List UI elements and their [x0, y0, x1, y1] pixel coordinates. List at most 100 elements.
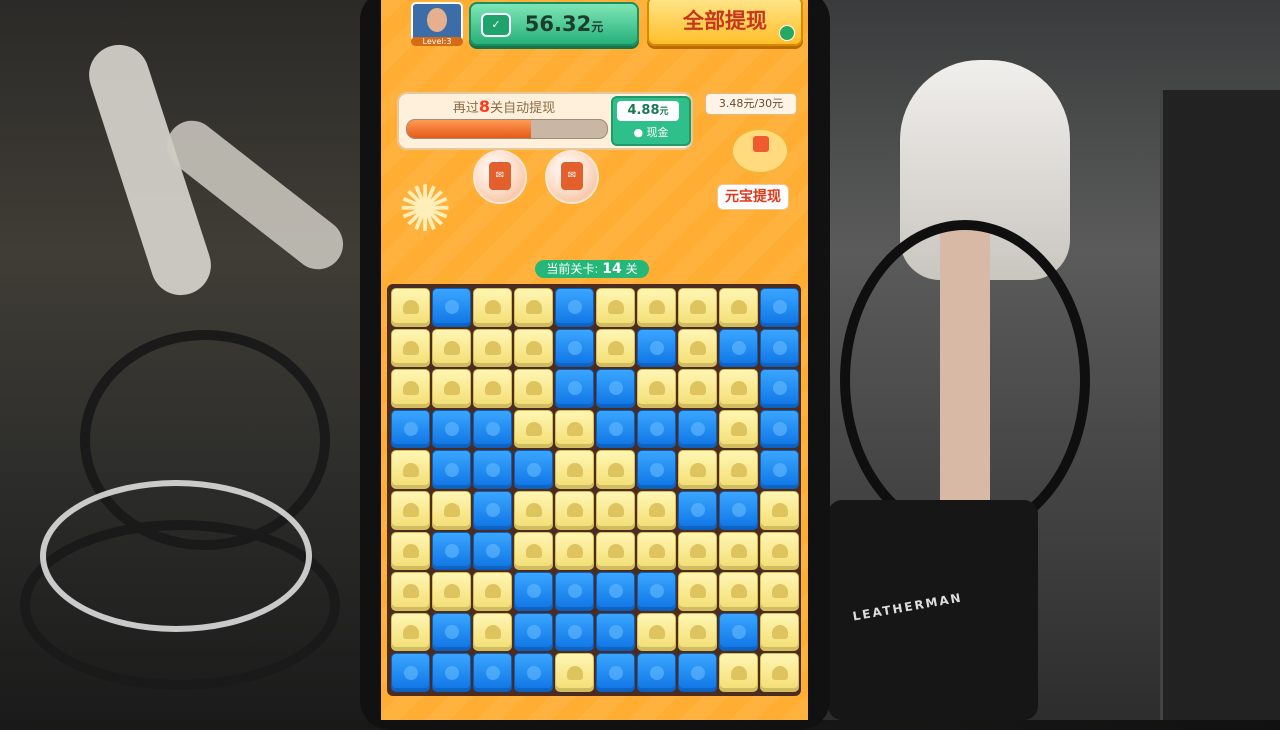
- blue-paw-tile[interactable]: [637, 653, 676, 692]
- yellow-bell-tile[interactable]: [596, 328, 635, 368]
- yellow-bell-tile[interactable]: [719, 288, 758, 327]
- blue-paw-tile[interactable]: [719, 612, 758, 652]
- blue-paw-tile[interactable]: [719, 328, 758, 368]
- blue-paw-tile[interactable]: [432, 288, 471, 327]
- yellow-bell-tile[interactable]: [678, 328, 717, 368]
- blue-paw-tile[interactable]: [432, 653, 471, 692]
- yellow-bell-tile[interactable]: [637, 288, 676, 327]
- blue-paw-tile[interactable]: [637, 328, 676, 368]
- yellow-bell-tile[interactable]: [678, 369, 717, 408]
- yellow-bell-tile[interactable]: [637, 369, 676, 408]
- yellow-bell-tile[interactable]: [391, 531, 430, 571]
- blue-paw-tile[interactable]: [555, 572, 594, 611]
- blue-paw-tile[interactable]: [432, 531, 471, 571]
- yellow-bell-tile[interactable]: [391, 612, 430, 652]
- yellow-bell-tile[interactable]: [719, 450, 758, 489]
- blue-paw-tile[interactable]: [432, 450, 471, 489]
- yellow-bell-tile[interactable]: [473, 328, 512, 368]
- yellow-bell-tile[interactable]: [555, 409, 594, 449]
- avatar[interactable]: [411, 2, 463, 42]
- blue-paw-tile[interactable]: [432, 612, 471, 652]
- blue-paw-tile[interactable]: [596, 653, 635, 692]
- yellow-bell-tile[interactable]: [555, 531, 594, 571]
- yellow-bell-tile[interactable]: [514, 288, 553, 327]
- yellow-bell-tile[interactable]: [596, 288, 635, 327]
- piggy-bank-icon[interactable]: [721, 118, 795, 178]
- yellow-bell-tile[interactable]: [514, 369, 553, 408]
- yellow-bell-tile[interactable]: [391, 288, 430, 327]
- yellow-bell-tile[interactable]: [760, 653, 799, 692]
- blue-paw-tile[interactable]: [473, 653, 512, 692]
- yellow-bell-tile[interactable]: [678, 288, 717, 327]
- yellow-bell-tile[interactable]: [760, 612, 799, 652]
- blue-paw-tile[interactable]: [514, 572, 553, 611]
- blue-paw-tile[interactable]: [514, 612, 553, 652]
- yellow-bell-tile[interactable]: [637, 612, 676, 652]
- yellow-bell-tile[interactable]: [719, 409, 758, 449]
- blue-paw-tile[interactable]: [391, 409, 430, 449]
- yellow-bell-tile[interactable]: [391, 572, 430, 611]
- blue-paw-tile[interactable]: [760, 450, 799, 489]
- blue-paw-tile[interactable]: [473, 409, 512, 449]
- yellow-bell-tile[interactable]: [719, 531, 758, 571]
- yellow-bell-tile[interactable]: [760, 490, 799, 530]
- yellow-bell-tile[interactable]: [719, 653, 758, 692]
- yellow-bell-tile[interactable]: [637, 531, 676, 571]
- cash-reward[interactable]: 4.88元 ● 现金: [611, 96, 691, 146]
- yellow-bell-tile[interactable]: [473, 288, 512, 327]
- blue-paw-tile[interactable]: [637, 409, 676, 449]
- blue-paw-tile[interactable]: [514, 653, 553, 692]
- yellow-bell-tile[interactable]: [678, 572, 717, 611]
- yellow-bell-tile[interactable]: [637, 490, 676, 530]
- yellow-bell-tile[interactable]: [432, 572, 471, 611]
- yellow-bell-tile[interactable]: [432, 369, 471, 408]
- yellow-bell-tile[interactable]: [473, 572, 512, 611]
- yellow-bell-tile[interactable]: [391, 328, 430, 368]
- blue-paw-tile[interactable]: [637, 450, 676, 489]
- blue-paw-tile[interactable]: [596, 572, 635, 611]
- yellow-bell-tile[interactable]: [432, 490, 471, 530]
- yellow-bell-tile[interactable]: [596, 490, 635, 530]
- blue-paw-tile[interactable]: [760, 369, 799, 408]
- yellow-bell-tile[interactable]: [555, 653, 594, 692]
- blue-paw-tile[interactable]: [473, 450, 512, 489]
- yellow-bell-tile[interactable]: [678, 450, 717, 489]
- blue-paw-tile[interactable]: [555, 328, 594, 368]
- blue-paw-tile[interactable]: [760, 288, 799, 327]
- blue-paw-tile[interactable]: [596, 409, 635, 449]
- yellow-bell-tile[interactable]: [719, 369, 758, 408]
- yellow-bell-tile[interactable]: [678, 531, 717, 571]
- yellow-bell-tile[interactable]: [760, 531, 799, 571]
- balance-display[interactable]: ✓ 56.32元: [469, 2, 639, 46]
- blue-paw-tile[interactable]: [555, 612, 594, 652]
- blue-paw-tile[interactable]: [760, 409, 799, 449]
- yellow-bell-tile[interactable]: [596, 450, 635, 489]
- blue-paw-tile[interactable]: [555, 288, 594, 327]
- red-packet-button-2[interactable]: ✉: [545, 150, 599, 204]
- blue-paw-tile[interactable]: [719, 490, 758, 530]
- yellow-bell-tile[interactable]: [514, 531, 553, 571]
- blue-paw-tile[interactable]: [514, 450, 553, 489]
- blue-paw-tile[interactable]: [596, 612, 635, 652]
- yellow-bell-tile[interactable]: [473, 612, 512, 652]
- blue-paw-tile[interactable]: [391, 653, 430, 692]
- yellow-bell-tile[interactable]: [678, 612, 717, 652]
- blue-paw-tile[interactable]: [678, 409, 717, 449]
- yellow-bell-tile[interactable]: [391, 369, 430, 408]
- ingot-withdraw-button[interactable]: 元宝提现: [717, 184, 789, 210]
- yellow-bell-tile[interactable]: [555, 450, 594, 489]
- withdraw-all-button[interactable]: 全部提现: [647, 0, 803, 46]
- blue-paw-tile[interactable]: [555, 369, 594, 408]
- yellow-bell-tile[interactable]: [760, 572, 799, 611]
- red-packet-button-1[interactable]: ✉: [473, 150, 527, 204]
- blue-paw-tile[interactable]: [473, 531, 512, 571]
- yellow-bell-tile[interactable]: [514, 409, 553, 449]
- yellow-bell-tile[interactable]: [391, 490, 430, 530]
- yellow-bell-tile[interactable]: [473, 369, 512, 408]
- yellow-bell-tile[interactable]: [391, 450, 430, 489]
- yellow-bell-tile[interactable]: [596, 531, 635, 571]
- blue-paw-tile[interactable]: [432, 409, 471, 449]
- blue-paw-tile[interactable]: [760, 328, 799, 368]
- yellow-bell-tile[interactable]: [514, 490, 553, 530]
- blue-paw-tile[interactable]: [678, 653, 717, 692]
